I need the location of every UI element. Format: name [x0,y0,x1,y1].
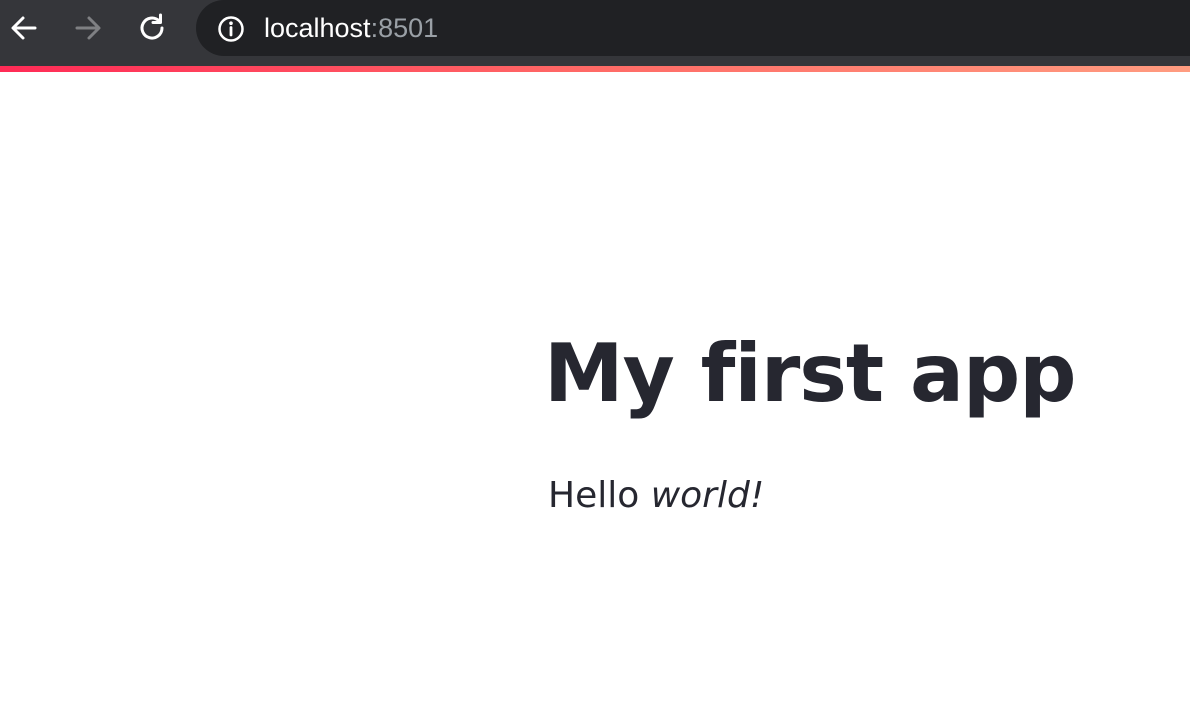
hello-paragraph: Hello world! [548,472,764,520]
url-port: :8501 [370,13,439,43]
reload-icon [140,13,164,40]
arrow-right-icon [75,16,101,40]
header-decoration-bar [0,66,1190,72]
arrow-left-icon [11,16,37,40]
paragraph-emphasis-text: world! [650,475,765,516]
info-icon[interactable] [216,14,246,44]
page-title: My first app [544,327,1077,420]
address-bar[interactable]: localhost:8501 [196,0,1190,56]
url-host: localhost [264,13,371,43]
browser-toolbar: localhost:8501 [0,0,1190,66]
back-button[interactable] [2,8,46,48]
forward-button[interactable] [66,8,110,48]
url-text[interactable]: localhost:8501 [264,12,438,44]
paragraph-plain-text: Hello [548,475,651,516]
reload-button[interactable] [130,8,174,48]
